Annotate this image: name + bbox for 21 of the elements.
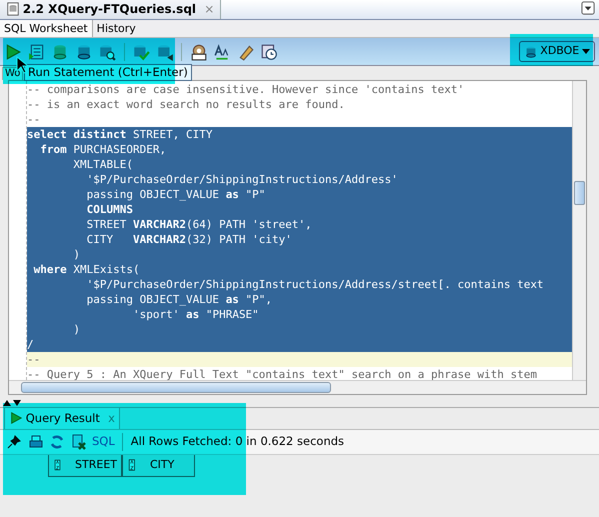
scroll-thumb[interactable]	[21, 382, 331, 393]
scroll-thumb[interactable]	[574, 181, 585, 205]
status-text: All Rows Fetched: 0 in 0.622 seconds	[130, 433, 344, 450]
letters-icon[interactable]	[213, 42, 231, 60]
scrollbar[interactable]	[9, 380, 586, 394]
database-file-icon	[6, 2, 20, 16]
code-editor[interactable]	[8, 80, 587, 395]
dropdown-icon[interactable]	[581, 1, 596, 16]
tab-title: 2.2 XQuery-FTQueries.sql	[22, 1, 196, 18]
scrollbar[interactable]	[572, 81, 586, 380]
tab-title: Query Result	[26, 410, 100, 427]
gear-icon[interactable]	[190, 42, 208, 60]
code-line: -- Query 5 : An XQuery Full Text "contains text" search on a phrase with stem	[27, 367, 538, 380]
worksheet-tab[interactable]: History	[92, 20, 140, 37]
code-line: -- is an exact word search no results are found.	[27, 97, 346, 112]
code-line: -- comparisons are case insensitive. However since 'contains text'	[27, 82, 466, 97]
eraser-icon[interactable]	[236, 42, 254, 60]
file-tab[interactable]: 2.2 XQuery-FTQueries.sql ×	[0, 0, 222, 19]
worksheet-tab[interactable]: SQL Worksheet	[0, 20, 93, 37]
clock-icon[interactable]	[260, 42, 278, 60]
code-line: --	[27, 112, 42, 127]
